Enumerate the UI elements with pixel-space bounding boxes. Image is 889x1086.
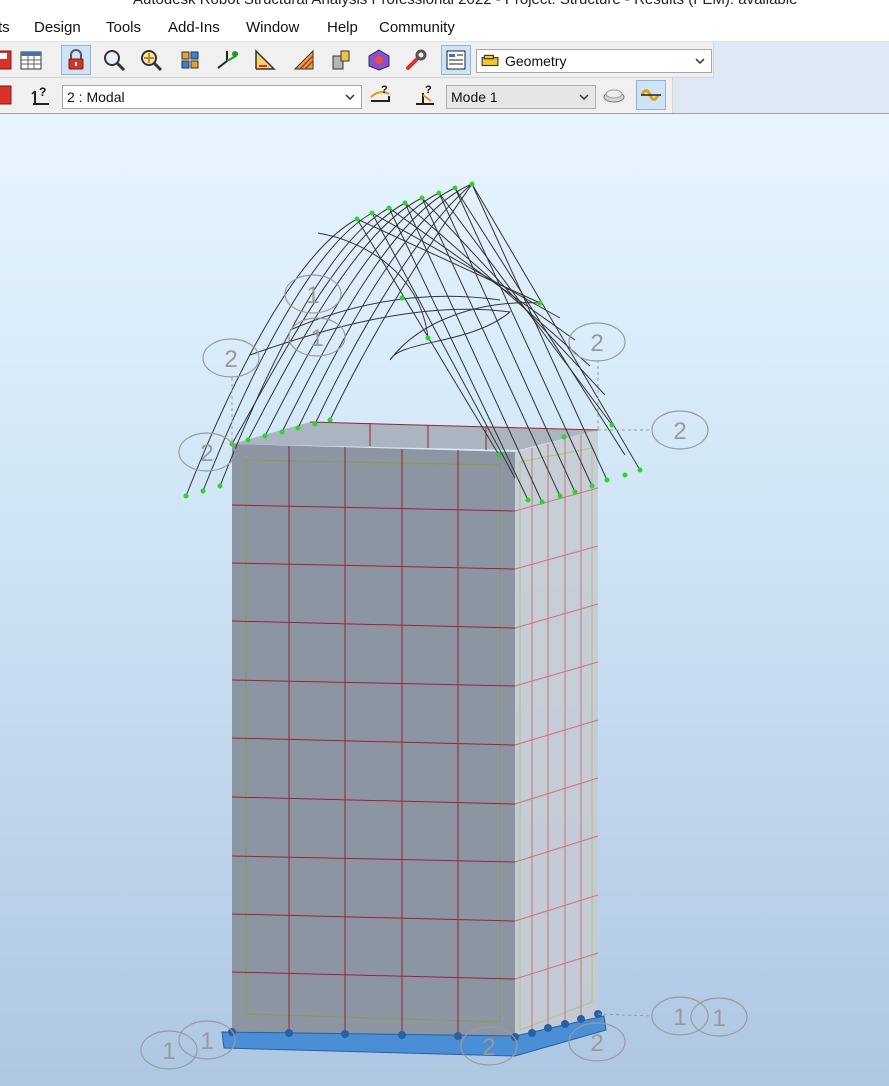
- layout-dropdown[interactable]: Geometry: [476, 49, 712, 73]
- window-title: Autodesk Robot Structural Analysis Profe…: [133, 0, 797, 8]
- results-toolbar: ? 2 : Modal ? ? Mode 1: [0, 78, 673, 113]
- pan-icon[interactable]: [175, 45, 205, 75]
- save-icon[interactable]: [0, 45, 16, 75]
- mode-shape-icon[interactable]: ?: [410, 80, 440, 110]
- section-view-icon[interactable]: [599, 80, 629, 110]
- menu-item-window[interactable]: Window: [246, 19, 299, 36]
- structure-drawing[interactable]: 2 2 1 1 2 2 1 1 2 2 1 1: [0, 114, 889, 1086]
- menu-item-tools[interactable]: Tools: [106, 19, 141, 36]
- axis-label: 2: [590, 1030, 603, 1057]
- layout-icon: [481, 54, 499, 67]
- axis-label: 2: [482, 1034, 495, 1061]
- side-wall: [515, 430, 598, 1048]
- table-icon[interactable]: [0, 80, 16, 110]
- view-3d-icon[interactable]: [212, 45, 242, 75]
- axis-label: 1: [162, 1038, 175, 1065]
- axis-label: 2: [200, 440, 213, 467]
- load-case-icon[interactable]: ?: [26, 80, 56, 110]
- table-icon[interactable]: [16, 45, 46, 75]
- title-bar: Autodesk Robot Structural Analysis Profe…: [0, 0, 889, 14]
- axis-label: 2: [673, 418, 686, 445]
- axis-label: 1: [200, 1028, 213, 1055]
- menu-item-help[interactable]: Help: [327, 19, 358, 36]
- svg-text:?: ?: [381, 84, 388, 96]
- chevron-down-icon: [695, 58, 705, 65]
- mode-dropdown-value: Mode 1: [451, 89, 498, 105]
- chevron-down-icon: [345, 94, 355, 101]
- axis-icon[interactable]: [250, 45, 280, 75]
- chevron-down-icon: [579, 94, 589, 101]
- axis-label: 1: [712, 1005, 725, 1032]
- load-case-dropdown-value: 2 : Modal: [67, 89, 125, 105]
- axis-label: 1: [306, 282, 319, 309]
- menu-item-add-ins[interactable]: Add-Ins: [168, 19, 220, 36]
- lock-icon[interactable]: [61, 45, 91, 75]
- layout-selector-icon[interactable]: [441, 45, 471, 75]
- section-icon[interactable]: [326, 45, 356, 75]
- layout-dropdown-value: Geometry: [505, 53, 567, 69]
- mode-dropdown[interactable]: Mode 1: [446, 85, 596, 109]
- hatch-icon[interactable]: [289, 45, 319, 75]
- load-case-dropdown[interactable]: 2 : Modal: [62, 85, 362, 109]
- axis-label: 1: [310, 325, 323, 352]
- model-icon[interactable]: [364, 45, 394, 75]
- menu-bar: ts Design Tools Add-Ins Window Help Comm…: [0, 14, 889, 42]
- menu-item-results[interactable]: ts: [0, 19, 10, 36]
- svg-text:?: ?: [39, 85, 46, 99]
- deformation-icon[interactable]: ?: [365, 80, 395, 110]
- menu-item-design[interactable]: Design: [34, 19, 81, 36]
- front-wall: [232, 444, 515, 1048]
- main-toolbar: Geometry: [0, 42, 714, 78]
- zoom-window-icon[interactable]: [136, 45, 166, 75]
- menu-item-community[interactable]: Community: [379, 19, 455, 36]
- svg-text:?: ?: [425, 84, 432, 96]
- structure-viewport[interactable]: 2 2 1 1 2 2 1 1 2 2 1 1: [0, 114, 889, 1086]
- axis-label: 2: [224, 346, 237, 373]
- zoom-icon[interactable]: [99, 45, 129, 75]
- animation-icon[interactable]: [636, 80, 666, 110]
- wrench-icon[interactable]: [401, 45, 431, 75]
- axis-label: 1: [673, 1004, 686, 1031]
- axis-label: 2: [590, 330, 603, 357]
